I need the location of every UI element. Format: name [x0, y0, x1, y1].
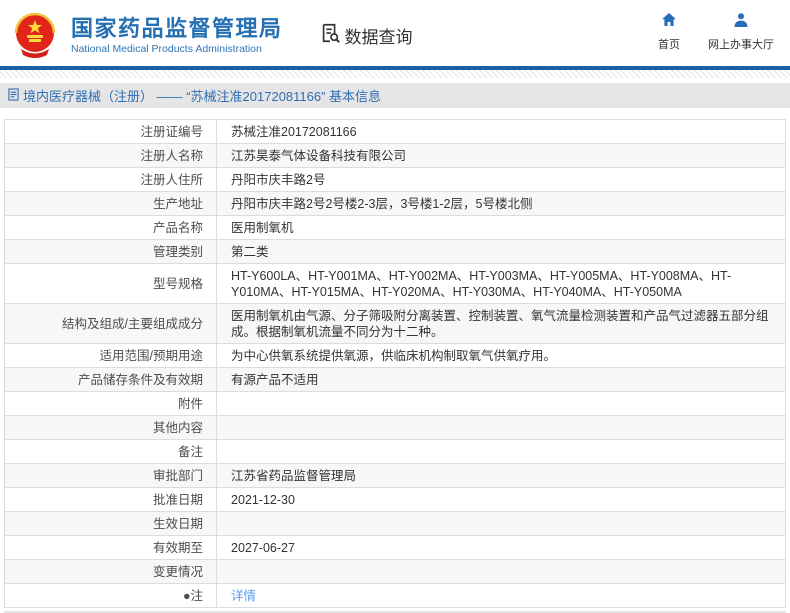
detail-link[interactable]: 详情: [231, 589, 256, 603]
table-row: 适用范围/预期用途 为中心供氧系统提供氧源，供临床机构制取氧气供氧疗用。: [4, 343, 786, 368]
table-row: 产品名称 医用制氧机: [4, 215, 786, 240]
table-row: 生效日期: [4, 511, 786, 536]
table-row: 其他内容: [4, 415, 786, 440]
row-label: 产品储存条件及有效期: [4, 367, 217, 392]
top-nav: 首页 网上办事大厅: [658, 12, 774, 52]
row-label: 管理类别: [4, 239, 217, 264]
row-label: 备注: [4, 439, 217, 464]
row-label: 其他内容: [4, 415, 217, 440]
row-value: 医用制氧机: [216, 215, 786, 240]
row-label: 有效期至: [4, 535, 217, 560]
table-row: 产品储存条件及有效期 有源产品不适用: [4, 367, 786, 392]
row-value: 苏械注准20172081166: [216, 119, 786, 144]
row-value: 江苏昊泰气体设备科技有限公司: [216, 143, 786, 168]
table-row: 附件: [4, 391, 786, 416]
table-row: 注册人住所 丹阳市庆丰路2号: [4, 167, 786, 192]
info-table-body: 注册证编号 苏械注准20172081166 注册人名称 江苏昊泰气体设备科技有限公司注…: [4, 119, 786, 608]
row-value: 为中心供氧系统提供氧源，供临床机构制取氧气供氧疗用。: [216, 343, 786, 368]
row-value: [216, 511, 786, 536]
table-row: 管理类别 第二类: [4, 239, 786, 264]
row-value: [216, 559, 786, 584]
registration-info-table: 注册证编号 苏械注准20172081166 注册人名称 江苏昊泰气体设备科技有限公司注…: [4, 119, 786, 608]
row-value: [216, 391, 786, 416]
row-value: [216, 415, 786, 440]
table-row: 审批部门 江苏省药品监督管理局: [4, 463, 786, 488]
home-icon: [661, 12, 677, 31]
row-value: [216, 439, 786, 464]
table-row: 生产地址 丹阳市庆丰路2号2号楼2-3层，3号楼1-2层，5号楼北侧: [4, 191, 786, 216]
breadcrumb-text: 境内医疗器械（注册） —— “苏械注准20172081166” 基本信息: [23, 89, 382, 104]
row-label: 变更情况: [4, 559, 217, 584]
table-row: 注册证编号 苏械注准20172081166: [4, 119, 786, 144]
table-row: 结构及组成/主要组成成分 医用制氧机由气源、分子筛吸附分离装置、控制装置、氧气流量…: [4, 303, 786, 344]
data-query-heading: 数据查询: [319, 22, 413, 49]
site-title-block: 国家药品监督管理局 National Medical Products Admi…: [71, 16, 283, 55]
nav-home-label: 首页: [658, 39, 680, 51]
row-label: 适用范围/预期用途: [4, 343, 217, 368]
registration-info-table-wrap: 注册证编号 苏械注准20172081166 注册人名称 江苏昊泰气体设备科技有限公司注…: [4, 119, 786, 613]
nav-home[interactable]: 首页: [658, 12, 680, 52]
row-label: 注册人名称: [4, 143, 217, 168]
breadcrumb: 境内医疗器械（注册） —— “苏械注准20172081166” 基本信息: [0, 83, 790, 108]
row-label: 审批部门: [4, 463, 217, 488]
row-label: ●注: [4, 583, 217, 608]
row-value: 2021-12-30: [216, 487, 786, 512]
user-icon: [733, 12, 749, 31]
table-row: ●注 详情: [4, 583, 786, 608]
row-value: 详情: [216, 583, 786, 608]
nav-service-hall[interactable]: 网上办事大厅: [708, 12, 774, 52]
site-header: 国家药品监督管理局 National Medical Products Admi…: [0, 0, 790, 66]
row-label: 型号规格: [4, 263, 217, 304]
table-row: 型号规格 HT-Y600LA、HT-Y001MA、HT-Y002MA、HT-Y00…: [4, 263, 786, 304]
row-value: 有源产品不适用: [216, 367, 786, 392]
table-row: 备注: [4, 439, 786, 464]
table-row: 有效期至 2027-06-27: [4, 535, 786, 560]
row-label: 注册证编号: [4, 119, 217, 144]
page-icon: [8, 87, 19, 104]
row-label: 产品名称: [4, 215, 217, 240]
row-value: 江苏省药品监督管理局: [216, 463, 786, 488]
row-value: HT-Y600LA、HT-Y001MA、HT-Y002MA、HT-Y003MA、…: [216, 263, 786, 304]
site-title: 国家药品监督管理局: [71, 15, 283, 41]
site-subtitle: National Medical Products Administration: [71, 42, 262, 55]
row-label: 结构及组成/主要组成成分: [4, 303, 217, 344]
row-value: 丹阳市庆丰路2号2号楼2-3层，3号楼1-2层，5号楼北侧: [216, 191, 786, 216]
data-query-label: 数据查询: [344, 27, 413, 47]
row-value: 2027-06-27: [216, 535, 786, 560]
table-row: 批准日期 2021-12-30: [4, 487, 786, 512]
nav-service-hall-label: 网上办事大厅: [708, 39, 774, 51]
row-value: 第二类: [216, 239, 786, 264]
row-label: 注册人住所: [4, 167, 217, 192]
row-label: 生产地址: [4, 191, 217, 216]
nmpa-emblem-logo: [8, 8, 62, 62]
row-label: 附件: [4, 391, 217, 416]
row-label: 生效日期: [4, 511, 217, 536]
document-search-icon: [319, 22, 341, 49]
table-row: 变更情况: [4, 559, 786, 584]
hatch-band: [0, 70, 790, 78]
row-value: 医用制氧机由气源、分子筛吸附分离装置、控制装置、氧气流量检测装置和产品气过滤器五…: [216, 303, 786, 344]
row-value: 丹阳市庆丰路2号: [216, 167, 786, 192]
table-row: 注册人名称 江苏昊泰气体设备科技有限公司: [4, 143, 786, 168]
row-label: 批准日期: [4, 487, 217, 512]
